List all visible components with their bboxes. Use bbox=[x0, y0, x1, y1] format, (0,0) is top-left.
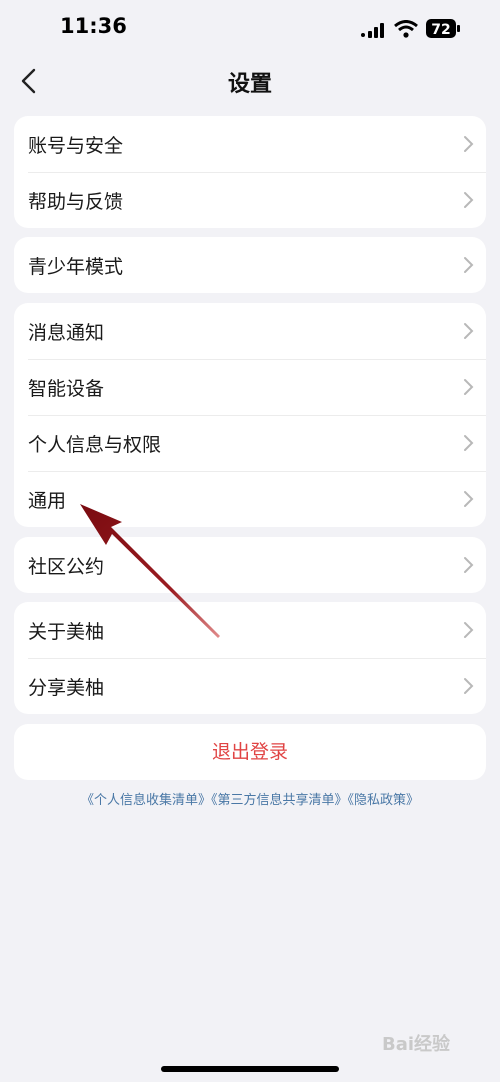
settings-item-community-rules[interactable]: 社区公约 bbox=[14, 537, 486, 593]
settings-item-smart-devices[interactable]: 智能设备 bbox=[14, 359, 486, 415]
settings-item-privacy-permissions[interactable]: 个人信息与权限 bbox=[14, 415, 486, 471]
home-indicator bbox=[161, 1066, 339, 1072]
settings-item-label: 分享美柚 bbox=[28, 677, 105, 699]
battery-level: 72 bbox=[431, 22, 450, 38]
battery-icon: 72 bbox=[426, 19, 460, 38]
chevron-right-icon bbox=[464, 678, 474, 694]
chevron-right-icon bbox=[464, 136, 474, 152]
policy-links: 《个人信息收集清单》《第三方信息共享清单》《隐私政策》 bbox=[0, 789, 500, 808]
settings-item-label: 通用 bbox=[28, 490, 67, 512]
settings-item-label: 智能设备 bbox=[28, 378, 105, 400]
settings-item-label: 账号与安全 bbox=[28, 135, 124, 157]
settings-item-label: 青少年模式 bbox=[28, 256, 124, 278]
chevron-right-icon bbox=[464, 379, 474, 395]
settings-group-about: 关于美柚 分享美柚 bbox=[14, 602, 486, 714]
chevron-right-icon bbox=[464, 557, 474, 573]
settings-item-label: 消息通知 bbox=[28, 322, 105, 344]
nav-bar: 设置 bbox=[0, 58, 500, 104]
settings-group-community: 社区公约 bbox=[14, 537, 486, 593]
settings-item-help-feedback[interactable]: 帮助与反馈 bbox=[14, 172, 486, 228]
chevron-right-icon bbox=[464, 257, 474, 273]
settings-item-account-security[interactable]: 账号与安全 bbox=[14, 116, 486, 172]
settings-group-general: 消息通知 智能设备 个人信息与权限 通用 bbox=[14, 303, 486, 527]
chevron-right-icon bbox=[464, 323, 474, 339]
chevron-right-icon bbox=[464, 192, 474, 208]
chevron-right-icon bbox=[464, 622, 474, 638]
wifi-icon bbox=[394, 20, 418, 38]
cellular-signal-icon bbox=[361, 23, 384, 38]
link-privacy-policy[interactable]: 《隐私政策》 bbox=[348, 793, 420, 808]
settings-item-label: 社区公约 bbox=[28, 556, 105, 578]
logout-button[interactable]: 退出登录 bbox=[14, 724, 486, 780]
settings-item-general[interactable]: 通用 bbox=[14, 471, 486, 527]
settings-item-notifications[interactable]: 消息通知 bbox=[14, 303, 486, 359]
status-bar: 11:36 72 bbox=[0, 0, 500, 58]
settings-item-about[interactable]: 关于美柚 bbox=[14, 602, 486, 658]
settings-group-account: 账号与安全 帮助与反馈 bbox=[14, 116, 486, 228]
settings-item-label: 关于美柚 bbox=[28, 621, 105, 643]
settings-group-youth: 青少年模式 bbox=[14, 237, 486, 293]
watermark: Bai经验 bbox=[382, 1034, 451, 1055]
page-title: 设置 bbox=[227, 72, 272, 97]
link-third-party-sharing-list[interactable]: 《第三方信息共享清单》 bbox=[211, 793, 348, 808]
settings-item-share[interactable]: 分享美柚 bbox=[14, 658, 486, 714]
chevron-right-icon bbox=[464, 435, 474, 451]
settings-item-label: 帮助与反馈 bbox=[28, 191, 124, 213]
chevron-right-icon bbox=[464, 491, 474, 507]
settings-item-youth-mode[interactable]: 青少年模式 bbox=[14, 237, 486, 293]
settings-item-label: 个人信息与权限 bbox=[28, 434, 162, 456]
status-time: 11:36 bbox=[60, 14, 127, 38]
link-personal-info-list[interactable]: 《个人信息收集清单》 bbox=[81, 793, 211, 808]
